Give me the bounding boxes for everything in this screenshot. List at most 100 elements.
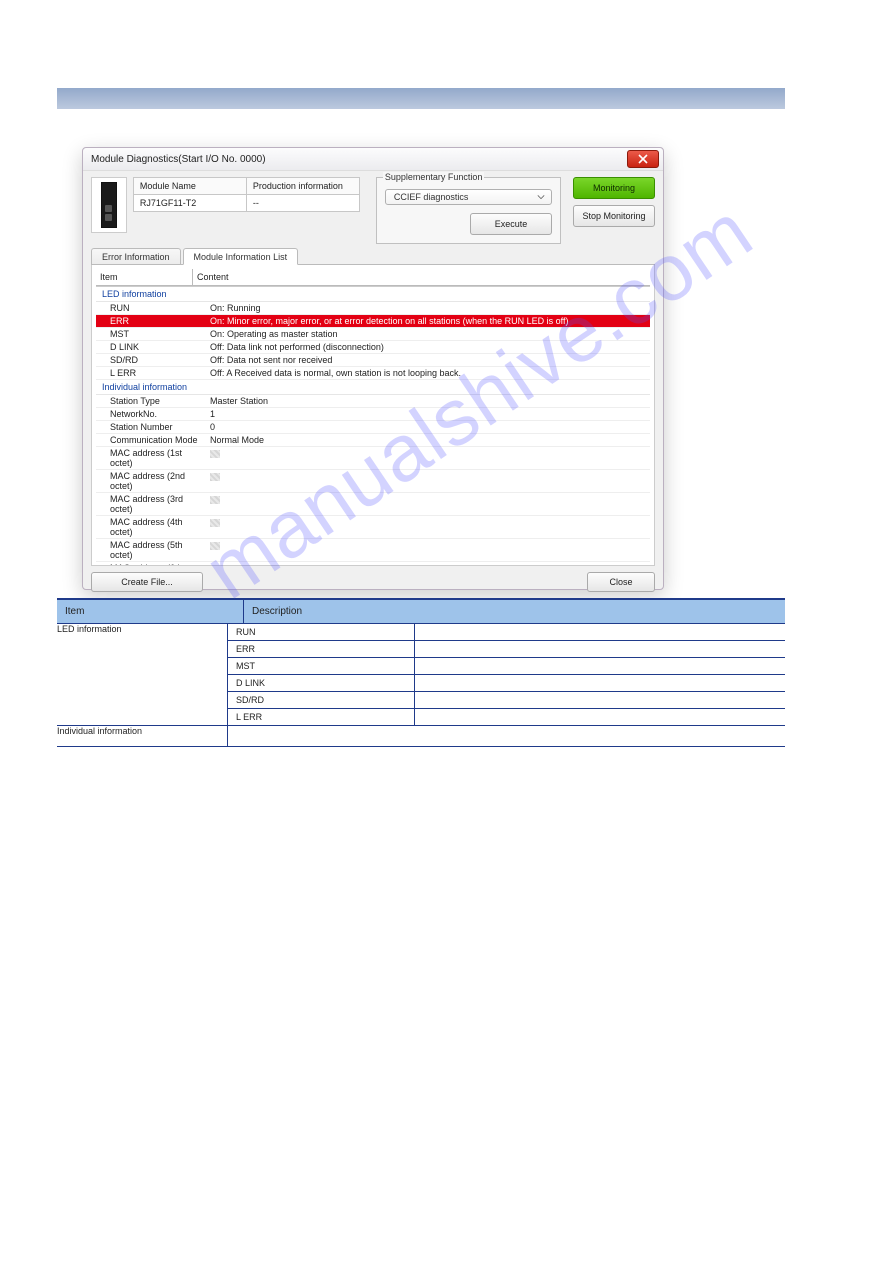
grid-content: On: Minor error, major error, or at erro… [206, 315, 650, 327]
grid-item: Communication Mode [96, 434, 206, 446]
grid-content: Off: Data not sent nor received [206, 354, 650, 366]
grid-item: MAC address (2nd octet) [96, 470, 206, 492]
desc-subdesc [415, 658, 785, 674]
tabstrip: Error Information Module Information Lis… [91, 246, 655, 265]
dialog-title: Module Diagnostics(Start I/O No. 0000) [91, 154, 266, 165]
grid-item: MAC address (4th octet) [96, 516, 206, 538]
grid-content: On: Running [206, 302, 650, 314]
grid-row: MAC address (1st octet) [96, 447, 650, 470]
monitoring-button[interactable]: Monitoring [573, 177, 655, 199]
desc-led-subitems: RUNERRMSTD LINKSD/RDL ERR [228, 624, 785, 725]
grid-item: D LINK [96, 341, 206, 353]
grid-item: MAC address (5th octet) [96, 539, 206, 561]
grid-item: MST [96, 328, 206, 340]
grid-row: MSTOn: Operating as master station [96, 328, 650, 341]
section-individual-info: Individual information [96, 380, 650, 395]
desc-individual-cell [228, 726, 785, 746]
grid-row: ERROn: Minor error, major error, or at e… [96, 315, 650, 328]
desc-header-desc: Description [244, 600, 785, 623]
section-led-info: LED information [96, 287, 650, 302]
grid-item: RUN [96, 302, 206, 314]
redacted-value [210, 519, 220, 527]
module-diagnostics-dialog: Module Diagnostics(Start I/O No. 0000) M… [82, 147, 664, 590]
grid-content [206, 539, 650, 561]
titlebar: Module Diagnostics(Start I/O No. 0000) [83, 148, 663, 171]
grid-row: Station TypeMaster Station [96, 395, 650, 408]
grid-row: MAC address (5th octet) [96, 539, 650, 562]
desc-subitem: D LINK [228, 675, 415, 691]
stop-monitoring-button[interactable]: Stop Monitoring [573, 205, 655, 227]
supplementary-label: Supplementary Function [383, 172, 485, 182]
production-info-value: -- [246, 195, 360, 212]
desc-subitem: SD/RD [228, 692, 415, 708]
supplementary-selected: CCIEF diagnostics [394, 192, 469, 202]
grid-row: SD/RDOff: Data not sent nor received [96, 354, 650, 367]
desc-header-item: Item [57, 600, 244, 623]
desc-subrow: L ERR [228, 709, 785, 725]
grid-row: NetworkNo.1 [96, 408, 650, 421]
redacted-value [210, 542, 220, 550]
create-file-button[interactable]: Create File... [91, 572, 203, 592]
desc-subitem: L ERR [228, 709, 415, 725]
chevron-down-icon [537, 193, 545, 201]
desc-subrow: D LINK [228, 675, 785, 692]
desc-individual-info: Individual information [57, 726, 228, 746]
grid-content [206, 516, 650, 538]
desc-subrow: SD/RD [228, 692, 785, 709]
grid-content: Off: A Received data is normal, own stat… [206, 367, 650, 379]
top-blue-bar [57, 88, 785, 109]
desc-subdesc [415, 675, 785, 691]
grid-content: Master Station [206, 395, 650, 407]
module-name-value: RJ71GF11-T2 [133, 195, 246, 212]
production-info-header: Production information [246, 177, 360, 195]
grid-row: MAC address (2nd octet) [96, 470, 650, 493]
desc-subrow: RUN [228, 624, 785, 641]
close-button[interactable]: Close [587, 572, 655, 592]
grid-row: Station Number0 [96, 421, 650, 434]
grid-item: MAC address (1st octet) [96, 447, 206, 469]
grid-row: RUNOn: Running [96, 302, 650, 315]
tab-module-info-list[interactable]: Module Information List [183, 248, 299, 265]
redacted-value [210, 450, 220, 458]
module-name-header: Module Name [133, 177, 246, 195]
supplementary-select[interactable]: CCIEF diagnostics [385, 189, 552, 205]
desc-subitem: ERR [228, 641, 415, 657]
grid-row: Communication ModeNormal Mode [96, 434, 650, 447]
grid-header-content: Content [193, 269, 650, 285]
grid-item: SD/RD [96, 354, 206, 366]
desc-subrow: ERR [228, 641, 785, 658]
desc-subitem: MST [228, 658, 415, 674]
grid-content [206, 470, 650, 492]
module-thumbnail [91, 177, 127, 233]
desc-subdesc [415, 624, 785, 640]
tab-error-information[interactable]: Error Information [91, 248, 181, 264]
grid-row: L ERROff: A Received data is normal, own… [96, 367, 650, 380]
grid-row: MAC address (4th octet) [96, 516, 650, 539]
grid-item: Station Number [96, 421, 206, 433]
grid-content: 0 [206, 421, 650, 433]
module-info-table: Module Name Production information RJ71G… [133, 177, 360, 212]
grid-item: ERR [96, 315, 206, 327]
grid-content: Normal Mode [206, 434, 650, 446]
grid-item: MAC address (3rd octet) [96, 493, 206, 515]
supplementary-function-panel: Supplementary Function CCIEF diagnostics… [376, 177, 561, 244]
grid-content: Off: Data link not performed (disconnect… [206, 341, 650, 353]
grid-content [206, 493, 650, 515]
redacted-value [210, 473, 220, 481]
window-close-button[interactable] [627, 150, 659, 168]
desc-subdesc [415, 709, 785, 725]
redacted-value [210, 496, 220, 504]
desc-subrow: MST [228, 658, 785, 675]
desc-subdesc [415, 692, 785, 708]
grid-row: MAC address (3rd octet) [96, 493, 650, 516]
desc-subitem: RUN [228, 624, 415, 640]
grid-item: L ERR [96, 367, 206, 379]
close-icon [638, 154, 648, 164]
desc-led-info: LED information [57, 624, 228, 725]
desc-subdesc [415, 641, 785, 657]
grid-content [206, 447, 650, 469]
grid-header-item: Item [96, 269, 193, 285]
grid-item: NetworkNo. [96, 408, 206, 420]
grid-row: D LINKOff: Data link not performed (disc… [96, 341, 650, 354]
execute-button[interactable]: Execute [470, 213, 552, 235]
